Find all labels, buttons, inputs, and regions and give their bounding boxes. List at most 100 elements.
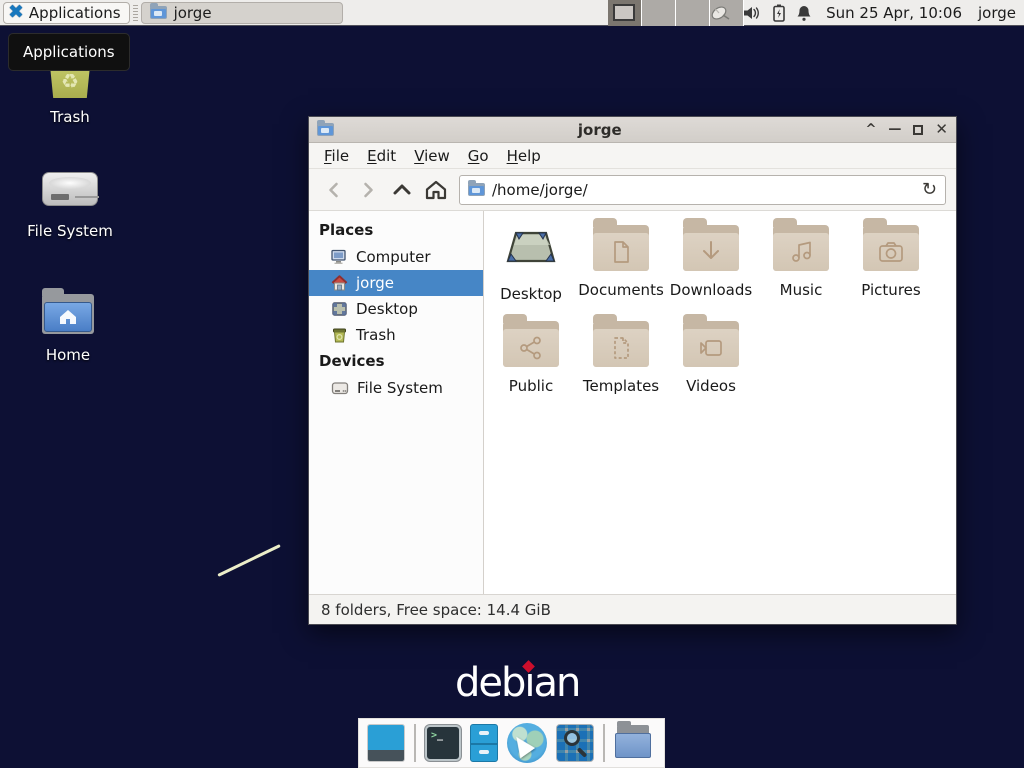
applications-menu-button[interactable]: ✖ Applications: [3, 2, 130, 24]
applications-menu-label: Applications: [29, 4, 121, 22]
sidebar-item-jorge-label: jorge: [356, 274, 394, 292]
toolbar: /home/jorge/ ↻: [309, 169, 956, 211]
application-finder-launcher[interactable]: [556, 724, 594, 762]
folder-pictures[interactable]: Pictures: [846, 225, 936, 321]
minimize-button[interactable]: —: [888, 123, 901, 136]
desktop-icon: [331, 301, 348, 317]
menu-view[interactable]: View: [407, 145, 457, 167]
maximize-button[interactable]: [913, 125, 923, 135]
folder-label: Videos: [666, 377, 756, 395]
taskbar-window-button[interactable]: jorge: [141, 2, 343, 24]
statusbar: 8 folders, Free space: 14.4 GiB: [309, 594, 956, 624]
music-emblem-icon: [788, 239, 814, 265]
taskbar-window-label: jorge: [174, 4, 212, 22]
folder-label: Downloads: [666, 281, 756, 299]
sidebar-item-computer[interactable]: Computer: [309, 244, 483, 270]
video-emblem-icon: [697, 337, 725, 359]
download-emblem-icon: [698, 239, 724, 265]
workspace-3[interactable]: [676, 0, 710, 26]
desktop-line-artifact: [217, 544, 280, 577]
location-bar[interactable]: /home/jorge/ ↻: [459, 175, 946, 205]
folder-label: Music: [756, 281, 846, 299]
sidebar-item-trash[interactable]: Trash: [309, 322, 483, 348]
up-button[interactable]: [387, 175, 417, 205]
terminal-launcher[interactable]: >_: [425, 725, 461, 761]
desktop-icon-filesystem[interactable]: File System: [15, 172, 125, 240]
hard-drive-icon: [42, 172, 98, 206]
location-folder-icon: [468, 183, 485, 196]
folder-icon: [863, 225, 919, 271]
folder-label: Templates: [576, 377, 666, 395]
menu-go[interactable]: Go: [461, 145, 496, 167]
file-view[interactable]: Desktop Documents: [484, 211, 956, 594]
folder-desktop[interactable]: Desktop: [486, 225, 576, 321]
browser-cursor-icon: [509, 732, 535, 759]
applications-tooltip-text: Applications: [23, 43, 115, 61]
location-path[interactable]: /home/jorge/: [492, 181, 915, 199]
sidebar-item-filesystem[interactable]: File System: [309, 375, 483, 401]
folder-label: Desktop: [486, 285, 576, 303]
battery-icon[interactable]: [772, 4, 786, 22]
workspace-2[interactable]: [642, 0, 676, 26]
folder-label: Documents: [576, 281, 666, 299]
folder-icon: [503, 321, 559, 367]
panel-clock[interactable]: Sun 25 Apr, 10:06: [826, 4, 962, 22]
window-title: jorge: [334, 121, 866, 139]
applications-menu-icon: ✖: [8, 3, 24, 22]
desktop-folder-icon: [502, 225, 560, 271]
forward-button[interactable]: [353, 175, 383, 205]
template-emblem-icon: [609, 335, 633, 361]
web-browser-launcher[interactable]: [507, 723, 547, 763]
dock-separator: [603, 724, 605, 762]
sidebar: Places Computer jorge: [309, 211, 484, 594]
workspace-1[interactable]: [608, 0, 642, 26]
home-folder-icon: [42, 294, 94, 334]
panel-grip: [133, 5, 138, 21]
reload-icon[interactable]: ↻: [922, 181, 937, 199]
system-tray: Sun 25 Apr, 10:06 jorge: [710, 0, 1024, 26]
mouse-icon[interactable]: [710, 4, 732, 22]
magnifier-icon: [564, 730, 580, 746]
desktop-icon-filesystem-label: File System: [15, 222, 125, 240]
hard-drive-icon: [331, 381, 349, 396]
sidebar-item-computer-label: Computer: [356, 248, 431, 266]
file-manager-window: jorge ^ — ✕ File Edit View Go Help /home…: [308, 116, 957, 625]
top-panel: ✖ Applications jorge Sun 25 Apr,: [0, 0, 1024, 26]
computer-icon: [331, 249, 348, 265]
menu-edit[interactable]: Edit: [360, 145, 403, 167]
window-titlebar[interactable]: jorge ^ — ✕: [309, 117, 956, 143]
sidebar-item-desktop[interactable]: Desktop: [309, 296, 483, 322]
panel-username[interactable]: jorge: [978, 4, 1016, 22]
menu-file[interactable]: File: [317, 145, 356, 167]
trash-icon: [331, 327, 348, 343]
house-icon: [57, 307, 79, 327]
folder-templates[interactable]: Templates: [576, 321, 666, 417]
sidebar-header-places: Places: [309, 217, 483, 244]
folder-videos[interactable]: Videos: [666, 321, 756, 417]
directory-menu-button[interactable]: [614, 725, 654, 761]
sidebar-item-jorge[interactable]: jorge: [309, 270, 483, 296]
folder-music[interactable]: Music: [756, 225, 846, 321]
sidebar-item-desktop-label: Desktop: [356, 300, 418, 318]
folder-documents[interactable]: Documents: [576, 225, 666, 321]
folder-icon: [683, 225, 739, 271]
back-button[interactable]: [319, 175, 349, 205]
desktop-icon-home-label: Home: [13, 346, 123, 364]
folder-icon: [593, 225, 649, 271]
folder-public[interactable]: Public: [486, 321, 576, 417]
share-emblem-icon: [518, 335, 544, 361]
shade-button[interactable]: ^: [866, 123, 877, 136]
dock-panel: >_: [358, 718, 665, 768]
volume-icon[interactable]: [742, 5, 762, 21]
home-button[interactable]: [421, 175, 451, 205]
menu-help[interactable]: Help: [500, 145, 548, 167]
file-manager-launcher[interactable]: [470, 724, 498, 762]
folder-label: Pictures: [846, 281, 936, 299]
notifications-icon[interactable]: [796, 4, 812, 22]
window-icon: [317, 123, 334, 136]
desktop-icon-home[interactable]: Home: [13, 294, 123, 364]
show-desktop-button[interactable]: [367, 724, 405, 762]
sidebar-item-trash-label: Trash: [356, 326, 396, 344]
folder-downloads[interactable]: Downloads: [666, 225, 756, 321]
close-button[interactable]: ✕: [935, 122, 948, 137]
